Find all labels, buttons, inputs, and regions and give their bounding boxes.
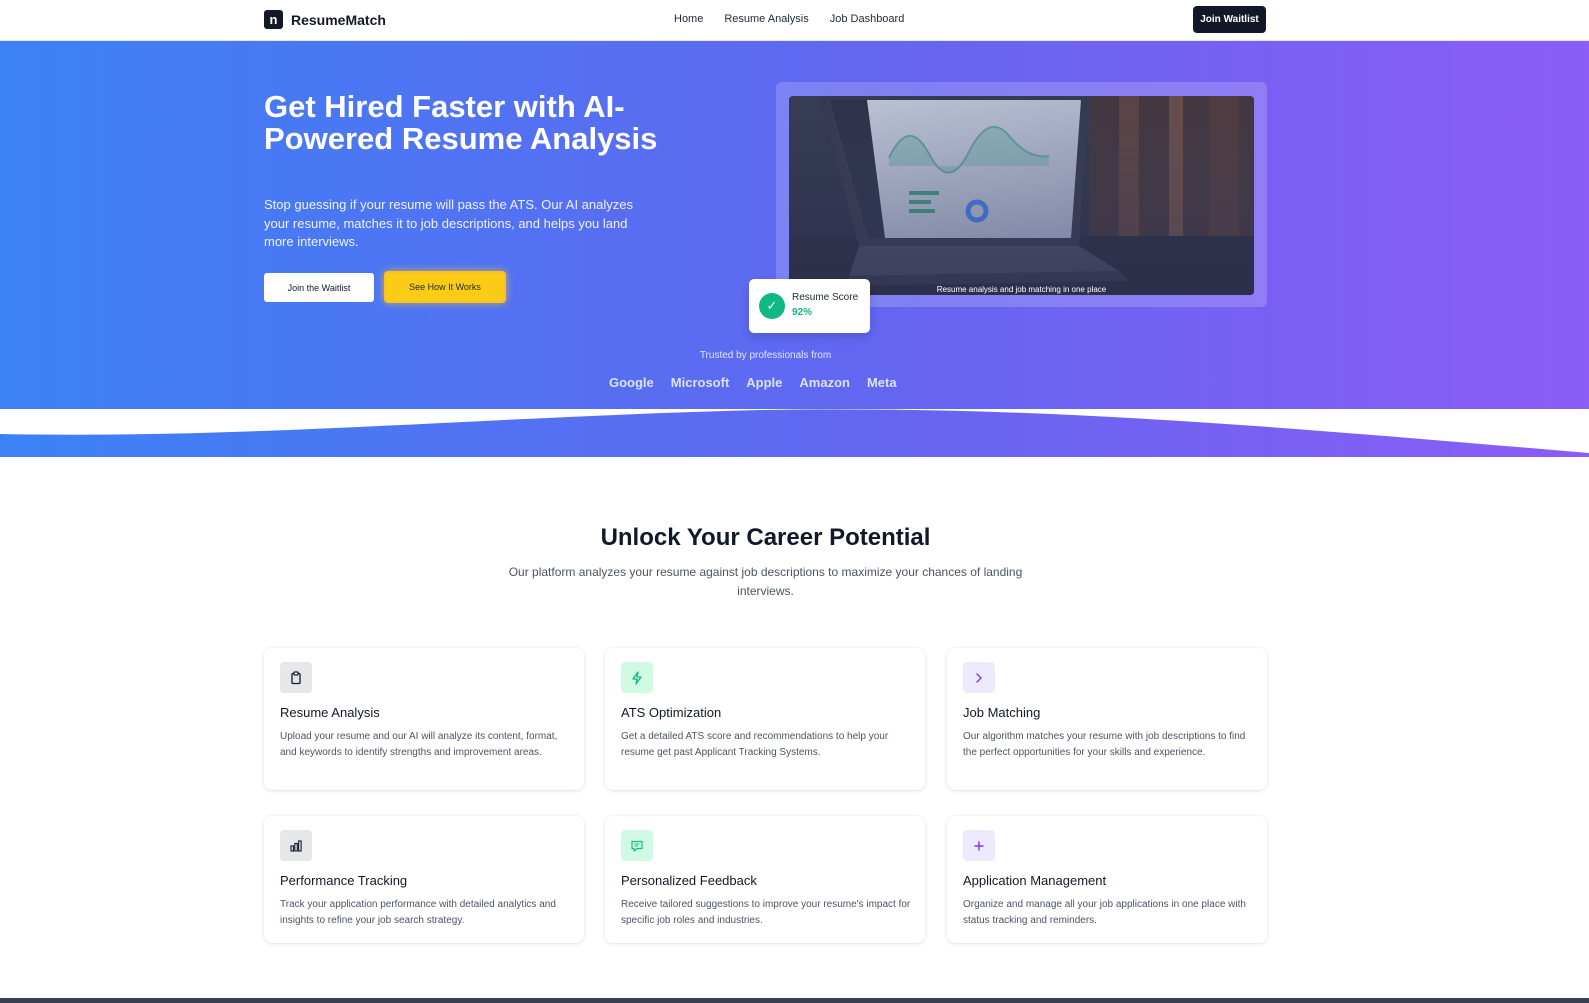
brand-logo[interactable]: n ResumeMatch: [264, 10, 386, 29]
hero-headline: Get Hired Faster with AI-Powered Resume …: [264, 89, 658, 156]
feature-description: Track your application performance with …: [280, 899, 556, 926]
feature-description: Upload your resume and our AI will analy…: [280, 731, 558, 758]
company-meta: Meta: [866, 375, 897, 390]
feature-title: Performance Tracking: [280, 873, 408, 888]
feature-card-ats-optimization: ATS Optimization Get a detailed ATS scor…: [605, 648, 925, 790]
resume-score-card: ✓ Resume Score 92%: [749, 279, 870, 333]
feature-description: Receive tailored suggestions to improve …: [621, 899, 911, 926]
feature-title: Job Matching: [963, 705, 1041, 720]
resume-score-label: Resume Score: [792, 292, 859, 303]
brand-name: ResumeMatch: [291, 11, 386, 28]
nav-link-home[interactable]: Home: [674, 13, 703, 25]
feature-title: Personalized Feedback: [621, 873, 757, 888]
feature-description: Organize and manage all your job applica…: [963, 899, 1246, 926]
feature-card-job-matching: Job Matching Our algorithm matches your …: [947, 648, 1267, 790]
feature-title: Resume Analysis: [280, 705, 380, 720]
feature-card-resume-analysis: Resume Analysis Upload your resume and o…: [264, 648, 584, 790]
hero-subtext: Stop guessing if your resume will pass t…: [264, 197, 633, 249]
trusted-by-text: Trusted by professionals from: [699, 350, 832, 361]
features-subtitle: Our platform analyzes your resume agains…: [508, 565, 1023, 598]
nav-link-resume-analysis[interactable]: Resume Analysis: [724, 13, 808, 25]
company-amazon: Amazon: [799, 375, 850, 390]
see-how-it-works-button[interactable]: See How It Works: [384, 271, 506, 303]
join-waitlist-button[interactable]: Join Waitlist: [1193, 6, 1266, 33]
hero-section: Get Hired Faster with AI-Powered Resume …: [0, 41, 1589, 457]
features-title: Unlock Your Career Potential: [600, 524, 931, 551]
laptop-dashboard-image: [789, 96, 1254, 295]
top-navbar: n ResumeMatch Home Resume Analysis Job D…: [0, 0, 1589, 41]
company-microsoft: Microsoft: [670, 375, 730, 390]
company-google: Google: [609, 375, 654, 390]
footer-edge: [0, 998, 1589, 1003]
company-apple: Apple: [746, 375, 783, 390]
brand-mark-icon: n: [264, 10, 283, 29]
hero-wave-divider: [0, 409, 1589, 453]
feature-card-application-management: Application Management Organize and mana…: [947, 816, 1267, 943]
feature-title: ATS Optimization: [621, 705, 722, 720]
join-the-waitlist-button[interactable]: Join the Waitlist: [264, 273, 374, 302]
feature-card-performance-tracking: Performance Tracking Track your applicat…: [264, 816, 584, 943]
feature-description: Get a detailed ATS score and recommendat…: [621, 731, 889, 758]
plus-icon: [963, 830, 995, 861]
feature-card-personalized-feedback: Personalized Feedback Receive tailored s…: [605, 816, 925, 943]
bar-chart-icon: [280, 830, 312, 861]
chevron-right-icon: [963, 662, 995, 693]
company-logos: Google Microsoft Apple Amazon Meta: [609, 375, 897, 390]
check-icon: ✓: [759, 293, 785, 319]
resume-score-value: 92%: [792, 307, 813, 318]
feature-description: Our algorithm matches your resume with j…: [963, 731, 1246, 758]
lightning-icon: [621, 662, 653, 693]
message-icon: [621, 830, 653, 861]
nav-link-job-dashboard[interactable]: Job Dashboard: [830, 13, 905, 25]
nav-links: Home Resume Analysis Job Dashboard: [674, 13, 904, 25]
clipboard-icon: [280, 662, 312, 693]
feature-title: Application Management: [963, 873, 1107, 888]
